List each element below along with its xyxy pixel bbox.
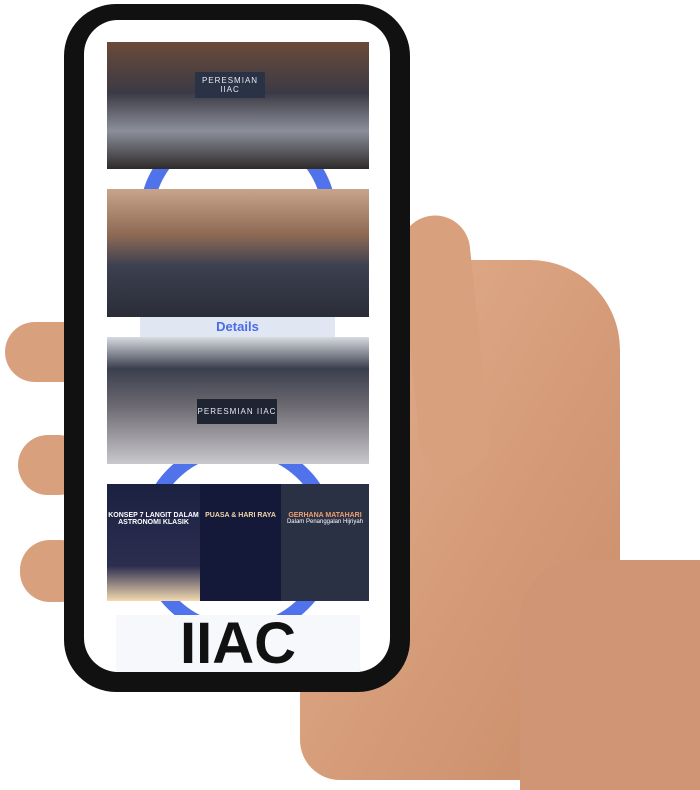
poster-title: KONSEP 7 LANGIT DALAM ASTRONOMI KLASIK xyxy=(108,512,199,526)
photo-banner: PERESMIAN IIAC xyxy=(197,399,277,424)
poster[interactable]: GERHANA MATAHARI Dalam Penanggalan Hijri… xyxy=(281,484,369,601)
poster[interactable]: PUASA & HARI RAYA xyxy=(200,484,281,601)
poster-subtitle: Dalam Penanggalan Hijriyah xyxy=(286,519,364,525)
poster-title: GERHANA MATAHARI xyxy=(288,512,362,519)
event-photo[interactable]: PERESMIAN IIAC xyxy=(107,42,369,169)
brand-title: IIAC xyxy=(116,615,360,672)
event-photo[interactable]: PERESMIAN IIAC xyxy=(107,337,369,464)
details-button[interactable]: Details xyxy=(140,317,335,337)
phone-frame: PERESMIAN IIAC Details PERESMIAN IIAC KO… xyxy=(64,4,410,692)
event-photo[interactable] xyxy=(107,189,369,317)
phone-screen: PERESMIAN IIAC Details PERESMIAN IIAC KO… xyxy=(84,20,390,672)
poster[interactable]: KONSEP 7 LANGIT DALAM ASTRONOMI KLASIK xyxy=(107,484,200,601)
hand-wrist xyxy=(520,560,700,790)
poster-title: PUASA & HARI RAYA xyxy=(205,512,276,519)
photo-banner: PERESMIAN IIAC xyxy=(195,72,265,98)
